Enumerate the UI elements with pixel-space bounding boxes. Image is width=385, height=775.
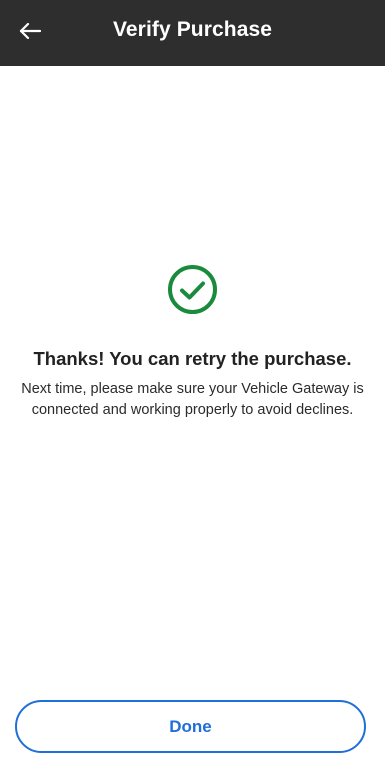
page-title: Verify Purchase — [112, 18, 273, 41]
back-button[interactable] — [10, 13, 50, 53]
check-circle-icon — [167, 264, 218, 315]
success-description: Next time, please make sure your Vehicle… — [21, 381, 364, 418]
done-button[interactable]: Done — [15, 700, 366, 753]
success-title: Thanks! You can retry the purchase. — [33, 348, 352, 369]
arrow-left-icon — [19, 22, 42, 44]
app-header: Verify Purchase — [0, 0, 385, 66]
